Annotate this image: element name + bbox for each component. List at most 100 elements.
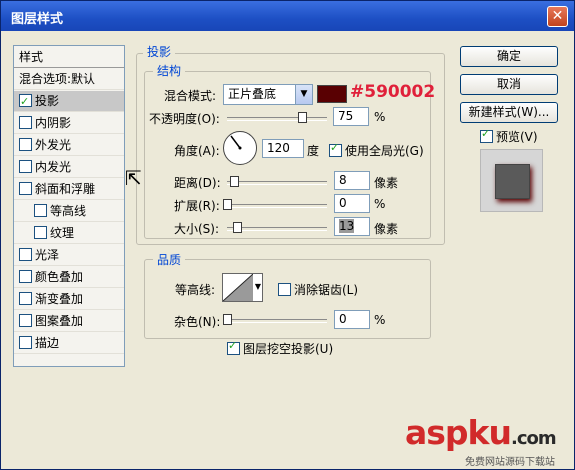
- style-list-item-label: 图案叠加: [35, 314, 84, 328]
- angle-dial-needle: [230, 135, 242, 150]
- style-list-item[interactable]: 渐变叠加: [14, 289, 124, 310]
- knockout-check-icon: [227, 339, 240, 355]
- size-slider-thumb[interactable]: [233, 222, 242, 233]
- blend-mode-value: 正片叠底: [228, 87, 277, 101]
- contour-curve-icon: [222, 273, 254, 302]
- checkbox-icon[interactable]: [19, 336, 32, 349]
- window-title: 图层样式: [11, 12, 64, 27]
- style-list-item-label: 内发光: [35, 160, 72, 174]
- distance-label: 距离(D):: [174, 176, 221, 190]
- style-list-item[interactable]: 投影: [14, 91, 124, 112]
- style-list-item-label: 渐变叠加: [35, 292, 84, 306]
- spread-input[interactable]: 0: [334, 194, 370, 213]
- quality-title: 品质: [153, 251, 186, 268]
- style-list-item[interactable]: 描边: [14, 333, 124, 354]
- drop-shadow-title: 投影: [143, 43, 176, 60]
- opacity-input[interactable]: 75: [333, 107, 369, 126]
- checkbox-icon[interactable]: [19, 160, 32, 173]
- noise-slider-thumb[interactable]: [223, 314, 232, 325]
- structure-title: 结构: [153, 62, 186, 79]
- checkbox-icon[interactable]: [19, 116, 32, 129]
- style-list-item[interactable]: 光泽: [14, 245, 124, 266]
- style-list-item[interactable]: 外发光: [14, 135, 124, 156]
- checkbox-icon[interactable]: [19, 314, 32, 327]
- antialias-check-icon: [278, 283, 291, 296]
- noise-slider[interactable]: [227, 319, 327, 323]
- new-style-button[interactable]: 新建样式(W)...: [460, 102, 558, 123]
- distance-slider-thumb[interactable]: [230, 176, 239, 187]
- opacity-label: 不透明度(O):: [149, 112, 220, 126]
- distance-input[interactable]: 8: [334, 171, 370, 190]
- style-list-item[interactable]: 颜色叠加: [14, 267, 124, 288]
- angle-input[interactable]: 120: [262, 139, 304, 158]
- noise-label: 杂色(N):: [174, 315, 221, 329]
- style-list-item[interactable]: 斜面和浮雕: [14, 179, 124, 200]
- style-list-item-label: 等高线: [50, 204, 87, 218]
- shadow-color-swatch[interactable]: [317, 85, 347, 103]
- blend-mode-label: 混合模式:: [164, 89, 217, 103]
- style-list-item[interactable]: 混合选项:默认: [14, 69, 124, 90]
- checkbox-icon[interactable]: [19, 292, 32, 305]
- chevron-down-icon: ▼: [254, 282, 261, 291]
- style-list-item-label: 描边: [35, 336, 60, 350]
- style-list-item[interactable]: 内发光: [14, 157, 124, 178]
- size-label: 大小(S):: [174, 222, 220, 236]
- size-input[interactable]: 13: [334, 217, 370, 236]
- checkbox-icon[interactable]: [19, 248, 32, 261]
- mouse-cursor-icon: ⇱: [125, 166, 142, 190]
- chevron-down-icon: ▼: [295, 85, 312, 104]
- knockout-checkbox[interactable]: 图层挖空投影(U): [227, 339, 333, 357]
- angle-dial[interactable]: [223, 131, 257, 165]
- cancel-button[interactable]: 取消: [460, 74, 558, 95]
- style-list-item-label: 斜面和浮雕: [35, 182, 96, 196]
- global-light-checkbox[interactable]: 使用全局光(G): [329, 141, 424, 159]
- styles-list: 样式 混合选项:默认投影内阴影外发光内发光斜面和浮雕等高线纹理光泽颜色叠加渐变叠…: [13, 45, 125, 367]
- style-list-item[interactable]: 纹理: [14, 223, 124, 244]
- spread-slider[interactable]: [227, 204, 327, 208]
- checkbox-icon[interactable]: [19, 138, 32, 151]
- preview-label: 预览(V): [496, 130, 538, 144]
- spread-label: 扩展(R):: [174, 199, 220, 213]
- distance-slider[interactable]: [227, 181, 327, 185]
- checkbox-icon[interactable]: [19, 91, 32, 112]
- preview-check-icon: [480, 127, 493, 143]
- spread-slider-thumb[interactable]: [223, 199, 232, 210]
- title-bar[interactable]: 图层样式 ✕: [1, 1, 574, 31]
- distance-unit: 像素: [374, 176, 399, 190]
- checkbox-icon[interactable]: [34, 226, 47, 239]
- styles-list-header[interactable]: 样式: [14, 46, 124, 68]
- blend-mode-select[interactable]: 正片叠底 ▼: [223, 84, 313, 105]
- angle-label: 角度(A):: [174, 144, 220, 158]
- global-light-label: 使用全局光(G): [345, 144, 424, 158]
- style-list-item-label: 内阴影: [35, 116, 72, 130]
- noise-unit: %: [374, 313, 386, 327]
- opacity-slider[interactable]: [227, 117, 327, 121]
- style-list-item-label: 光泽: [35, 248, 60, 262]
- style-list-item-label: 外发光: [35, 138, 72, 152]
- preview-checkbox[interactable]: 预览(V): [480, 127, 538, 145]
- contour-label: 等高线:: [175, 283, 216, 297]
- size-slider[interactable]: [227, 227, 327, 231]
- checkbox-icon[interactable]: [19, 270, 32, 283]
- noise-input[interactable]: 0: [334, 310, 370, 329]
- size-unit: 像素: [374, 222, 399, 236]
- style-list-item[interactable]: 内阴影: [14, 113, 124, 134]
- antialias-checkbox[interactable]: 消除锯齿(L): [278, 281, 358, 298]
- opacity-slider-thumb[interactable]: [298, 112, 307, 123]
- style-list-item[interactable]: 图案叠加: [14, 311, 124, 332]
- spread-unit: %: [374, 197, 386, 211]
- watermark-subtitle: 免费网站源码下载站: [465, 457, 555, 468]
- watermark-logo: aspku.com: [405, 413, 557, 452]
- opacity-unit: %: [374, 110, 386, 124]
- style-list-item-label: 颜色叠加: [35, 270, 84, 284]
- checkbox-icon[interactable]: [34, 204, 47, 217]
- style-list-item-label: 混合选项:默认: [19, 72, 96, 86]
- global-light-check-icon: [329, 141, 342, 157]
- checkbox-icon[interactable]: [19, 182, 32, 195]
- contour-picker[interactable]: ▼: [222, 273, 263, 302]
- style-list-item[interactable]: 等高线: [14, 201, 124, 222]
- close-button[interactable]: ✕: [547, 6, 568, 27]
- antialias-label: 消除锯齿(L): [294, 283, 359, 297]
- watermark-main: aspku: [405, 413, 512, 452]
- ok-button[interactable]: 确定: [460, 46, 558, 67]
